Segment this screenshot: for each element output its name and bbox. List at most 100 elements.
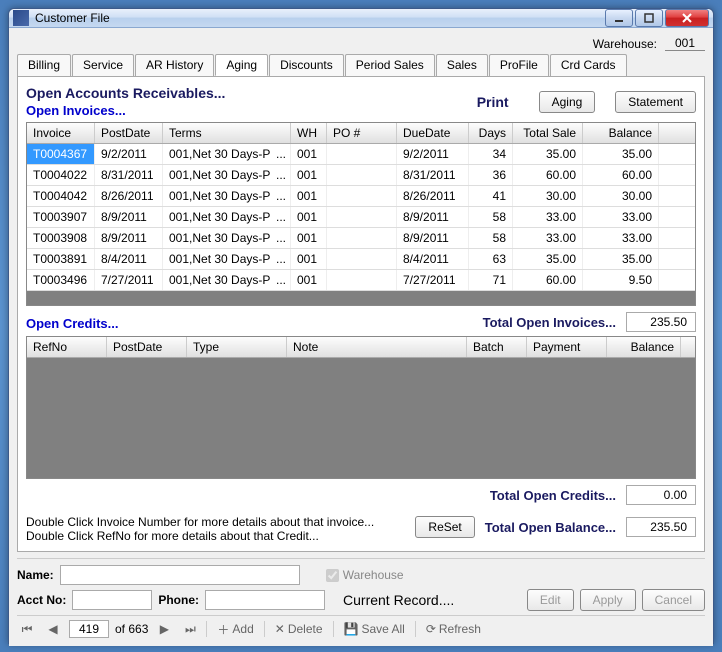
cell[interactable]: 8/26/2011 xyxy=(397,186,469,206)
cell[interactable]: 001,Net 30 Days-P... xyxy=(163,228,291,248)
cell[interactable]: T0004022 xyxy=(27,165,95,185)
nav-next-icon[interactable]: ▶ xyxy=(154,620,174,638)
maximize-button[interactable] xyxy=(635,9,663,27)
cell[interactable]: T0003908 xyxy=(27,228,95,248)
cell[interactable] xyxy=(327,186,397,206)
cell[interactable]: 001 xyxy=(291,249,327,269)
cell[interactable]: 35.00 xyxy=(513,144,583,164)
invoices-grid[interactable]: Invoice PostDate Terms WH PO # DueDate D… xyxy=(26,122,696,306)
tab-discounts[interactable]: Discounts xyxy=(269,54,344,76)
col-days[interactable]: Days xyxy=(469,123,513,143)
minimize-button[interactable] xyxy=(605,9,633,27)
cell[interactable]: T0003496 xyxy=(27,270,95,290)
delete-button[interactable]: ✕Delete xyxy=(271,622,327,636)
add-button[interactable]: ＋Add xyxy=(213,621,257,638)
tab-period-sales[interactable]: Period Sales xyxy=(345,54,435,76)
acct-input[interactable] xyxy=(72,590,152,610)
cell[interactable]: 9/2/2011 xyxy=(397,144,469,164)
tab-service[interactable]: Service xyxy=(72,54,134,76)
col-po[interactable]: PO # xyxy=(327,123,397,143)
col-wh[interactable]: WH xyxy=(291,123,327,143)
table-row[interactable]: T00040428/26/2011001,Net 30 Days-P...001… xyxy=(27,186,695,207)
cell[interactable]: 001,Net 30 Days-P... xyxy=(163,186,291,206)
tab-crd-cards[interactable]: Crd Cards xyxy=(550,54,627,76)
tab-ar-history[interactable]: AR History xyxy=(135,54,214,76)
save-all-button[interactable]: 💾Save All xyxy=(340,622,409,636)
cell[interactable] xyxy=(327,270,397,290)
col-balance[interactable]: Balance xyxy=(583,123,659,143)
tab-sales[interactable]: Sales xyxy=(436,54,488,76)
cell[interactable]: 36 xyxy=(469,165,513,185)
cell[interactable]: 60.00 xyxy=(583,165,659,185)
name-input[interactable] xyxy=(60,565,300,585)
cell[interactable]: 001,Net 30 Days-P... xyxy=(163,165,291,185)
table-row[interactable]: T00040228/31/2011001,Net 30 Days-P...001… xyxy=(27,165,695,186)
cell[interactable]: 8/9/2011 xyxy=(397,207,469,227)
cell[interactable]: 7/27/2011 xyxy=(95,270,163,290)
cell[interactable]: 58 xyxy=(469,228,513,248)
cell[interactable]: 71 xyxy=(469,270,513,290)
cell[interactable]: 35.00 xyxy=(583,249,659,269)
close-button[interactable] xyxy=(665,9,709,27)
credits-grid[interactable]: RefNo PostDate Type Note Batch Payment B… xyxy=(26,336,696,479)
cell[interactable]: 33.00 xyxy=(513,228,583,248)
cell[interactable]: 8/4/2011 xyxy=(397,249,469,269)
cell[interactable] xyxy=(327,207,397,227)
tab-profile[interactable]: ProFile xyxy=(489,54,549,76)
cell[interactable]: 001,Net 30 Days-P... xyxy=(163,207,291,227)
cell[interactable]: 33.00 xyxy=(583,228,659,248)
cell[interactable]: 001,Net 30 Days-P... xyxy=(163,270,291,290)
cell[interactable]: 001 xyxy=(291,228,327,248)
col-terms[interactable]: Terms xyxy=(163,123,291,143)
cell[interactable]: 33.00 xyxy=(513,207,583,227)
col-total-sale[interactable]: Total Sale xyxy=(513,123,583,143)
titlebar[interactable]: Customer File xyxy=(9,9,713,28)
cell[interactable]: 8/4/2011 xyxy=(95,249,163,269)
cell[interactable]: 001,Net 30 Days-P... xyxy=(163,249,291,269)
col-c-postdate[interactable]: PostDate xyxy=(107,337,187,357)
cell[interactable]: 8/9/2011 xyxy=(95,207,163,227)
phone-input[interactable] xyxy=(205,590,325,610)
record-position-input[interactable] xyxy=(69,620,109,638)
statement-button[interactable]: Statement xyxy=(615,91,696,113)
table-row[interactable]: T00039088/9/2011001,Net 30 Days-P...0018… xyxy=(27,228,695,249)
cell[interactable]: 35.00 xyxy=(513,249,583,269)
cell[interactable]: 41 xyxy=(469,186,513,206)
cell[interactable]: T0003891 xyxy=(27,249,95,269)
cell[interactable] xyxy=(327,165,397,185)
cell[interactable]: 8/31/2011 xyxy=(397,165,469,185)
cell[interactable]: 8/9/2011 xyxy=(397,228,469,248)
cell[interactable]: 001 xyxy=(291,270,327,290)
cell[interactable]: 001 xyxy=(291,186,327,206)
col-batch[interactable]: Batch xyxy=(467,337,527,357)
cell[interactable]: 60.00 xyxy=(513,270,583,290)
cell[interactable]: 35.00 xyxy=(583,144,659,164)
cell[interactable]: T0004042 xyxy=(27,186,95,206)
table-row[interactable]: T00034967/27/2011001,Net 30 Days-P...001… xyxy=(27,270,695,291)
apply-button[interactable]: Apply xyxy=(580,589,636,611)
cell[interactable]: 8/31/2011 xyxy=(95,165,163,185)
edit-button[interactable]: Edit xyxy=(527,589,574,611)
reset-button[interactable]: ReSet xyxy=(415,516,474,538)
cell[interactable]: 30.00 xyxy=(513,186,583,206)
cell[interactable] xyxy=(327,228,397,248)
cell[interactable]: 8/26/2011 xyxy=(95,186,163,206)
nav-prev-icon[interactable]: ◀ xyxy=(43,620,63,638)
table-row[interactable]: T00039078/9/2011001,Net 30 Days-P...0018… xyxy=(27,207,695,228)
refresh-button[interactable]: ⟳Refresh xyxy=(422,622,485,636)
cell[interactable]: 60.00 xyxy=(513,165,583,185)
cell[interactable]: 7/27/2011 xyxy=(397,270,469,290)
col-postdate[interactable]: PostDate xyxy=(95,123,163,143)
col-invoice[interactable]: Invoice xyxy=(27,123,95,143)
cell[interactable]: 001 xyxy=(291,207,327,227)
cell[interactable]: T0004367 xyxy=(27,144,95,164)
cell[interactable]: 9.50 xyxy=(583,270,659,290)
cell[interactable]: 001,Net 30 Days-P... xyxy=(163,144,291,164)
cell[interactable] xyxy=(327,144,397,164)
cancel-button[interactable]: Cancel xyxy=(642,589,705,611)
cell[interactable]: 34 xyxy=(469,144,513,164)
cell[interactable]: 33.00 xyxy=(583,207,659,227)
cell[interactable]: T0003907 xyxy=(27,207,95,227)
table-row[interactable]: T00043679/2/2011001,Net 30 Days-P...0019… xyxy=(27,144,695,165)
nav-last-icon[interactable]: ⏭ xyxy=(180,620,200,638)
